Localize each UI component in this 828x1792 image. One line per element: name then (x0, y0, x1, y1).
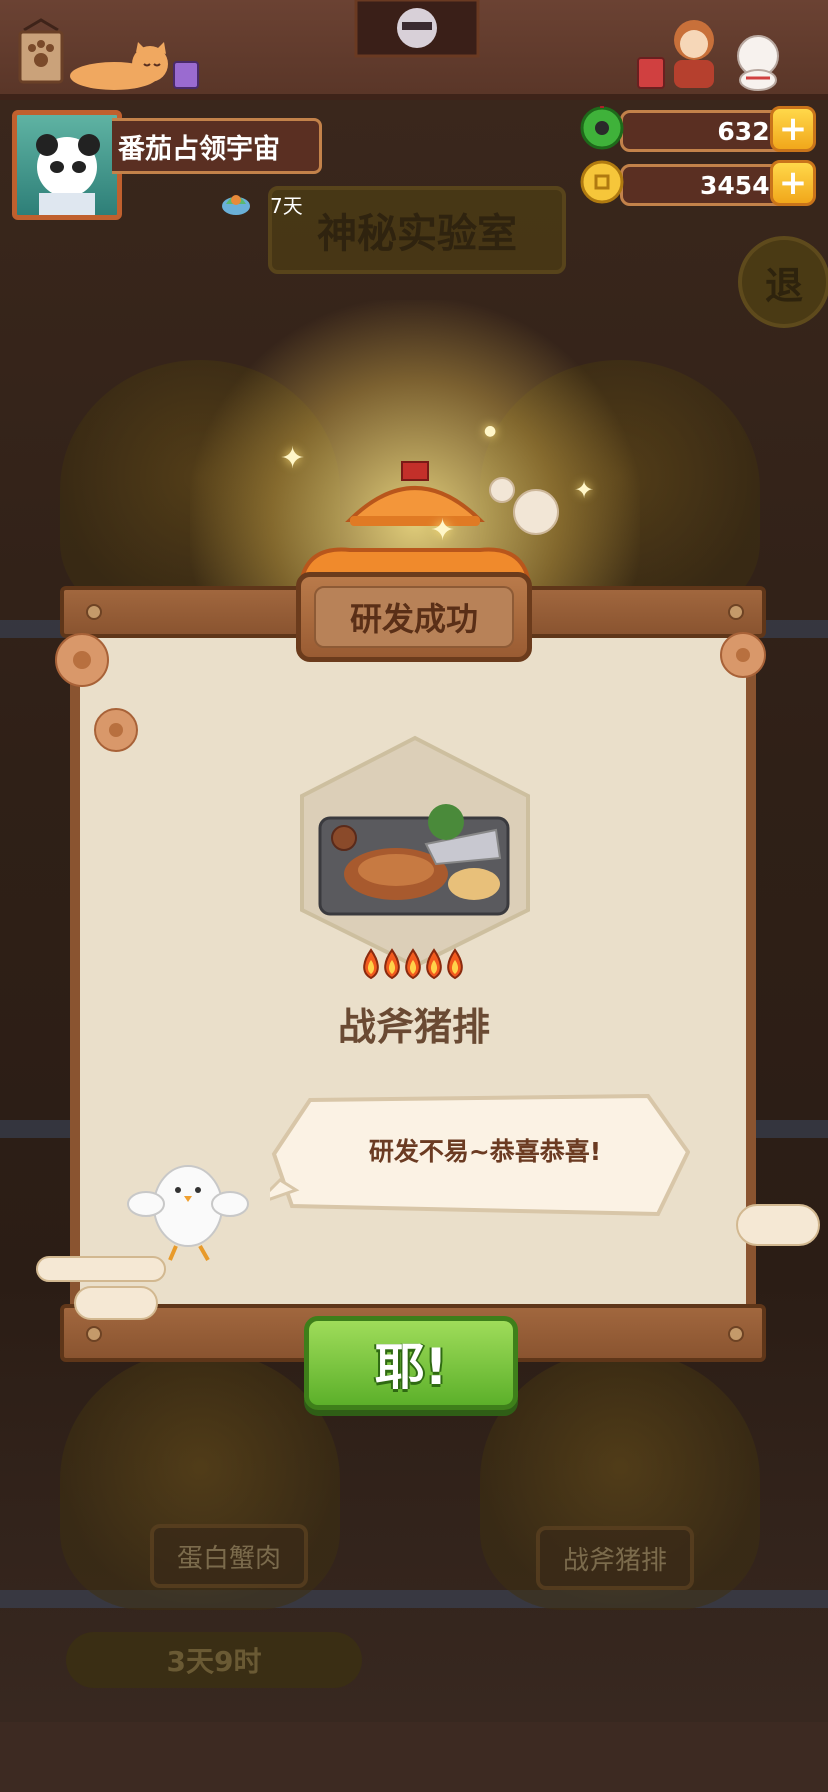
pot-label: 蛋白蟹肉 (150, 1524, 308, 1588)
rivet (86, 1326, 102, 1342)
sparkle-icon: ✦ (280, 441, 306, 476)
panda-avatar-icon (36, 134, 100, 215)
cloud-icon (736, 1204, 820, 1246)
raccoon-portrait-icon (354, 0, 480, 58)
rivet (86, 604, 102, 620)
add-jade-button[interactable]: + (770, 106, 816, 152)
bottom-bar (0, 1722, 828, 1792)
flower-ornament-icon (94, 708, 138, 752)
jar-icon (173, 61, 199, 89)
plus-icon: + (778, 109, 808, 149)
paw-print-sign-icon (18, 18, 64, 84)
steam-cloud-icon (489, 477, 559, 535)
sparkle-icon: ● (484, 423, 497, 439)
buff-duration: 7天 (270, 194, 303, 218)
confirm-button[interactable]: 耶! (304, 1316, 518, 1410)
flame-icon (384, 948, 400, 980)
rivet (728, 1326, 744, 1342)
player-name: 番茄占领宇宙 (112, 118, 322, 174)
research-timer: 3天9时 (66, 1632, 362, 1688)
jar-icon (637, 57, 665, 89)
jade-icon (580, 106, 624, 150)
pot-label: 战斧猪排 (536, 1526, 694, 1590)
chef-doll-icon (674, 20, 714, 88)
flame-icon (426, 948, 442, 980)
plus-icon: + (778, 163, 808, 203)
exit-button[interactable]: 退 (738, 236, 828, 328)
dish-name: 战斧猪排 (337, 1005, 490, 1049)
flower-ornament-icon (720, 632, 766, 678)
tabby-cat-icon (70, 42, 168, 90)
screen-title: 神秘实验室 (268, 186, 566, 274)
dish-image (300, 735, 530, 969)
cloud-icon (74, 1286, 158, 1320)
chick-icon (127, 1165, 249, 1261)
buff-icon (222, 195, 250, 215)
bubble-message: 研发不易~恭喜恭喜! (368, 1137, 602, 1166)
dialog-title-plaque: 研发成功 (296, 572, 532, 662)
player-avatar[interactable] (12, 110, 122, 220)
sparkle-icon: ✦ (574, 476, 595, 504)
gold-coin-icon (580, 160, 624, 204)
white-cat-icon (737, 35, 779, 91)
flower-ornament-icon (55, 633, 109, 687)
dialog-title: 研发成功 (314, 586, 514, 648)
flame-rating (363, 948, 463, 980)
flame-icon (447, 948, 463, 980)
sparkle-icon: ✦ (430, 513, 456, 548)
rivet (728, 604, 744, 620)
flame-icon (363, 948, 379, 980)
cloud-icon (36, 1256, 166, 1282)
flame-icon (405, 948, 421, 980)
add-gold-button[interactable]: + (770, 160, 816, 206)
